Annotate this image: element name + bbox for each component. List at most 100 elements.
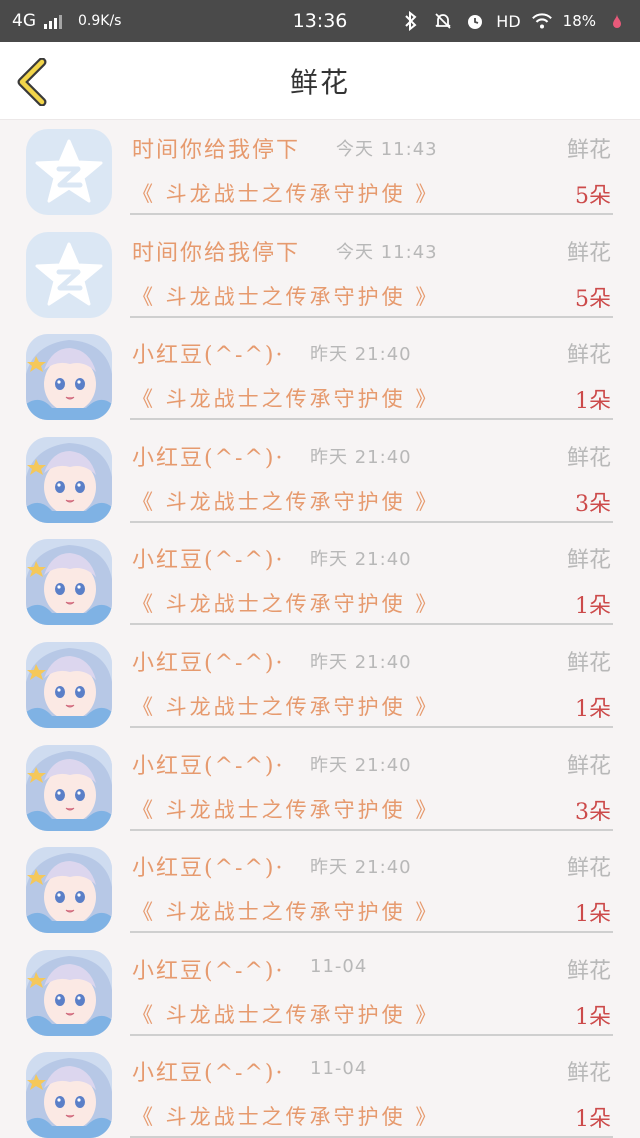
sender-name[interactable]: 时间你给我停下 xyxy=(132,235,300,267)
sender-name[interactable]: 小红豆(^-^)· xyxy=(132,337,284,369)
flower-count: 1朵 xyxy=(575,594,611,620)
list-item[interactable]: 时间你给我停下 今天 11:43 鲜花《 斗龙战士之传承守护使 》 5朵 xyxy=(0,120,640,223)
record-time: 昨天 21:40 xyxy=(310,446,412,468)
battery-level: 18% xyxy=(562,12,596,30)
flower-count: 5朵 xyxy=(575,286,611,312)
clock: 13:36 xyxy=(292,10,348,32)
flower-count: 5朵 xyxy=(575,184,611,209)
record-content: 小红豆(^-^)· 昨天 21:40 鲜花《 斗龙战士之传承守护使 》 1朵 xyxy=(130,633,613,728)
record-time: 11-04 xyxy=(310,955,368,977)
list-item[interactable]: 小红豆(^-^)· 昨天 21:40 鲜花《 斗龙战士之传承守护使 》 3朵 xyxy=(0,428,640,531)
flower-record-list: 时间你给我停下 今天 11:43 鲜花《 斗龙战士之传承守护使 》 5朵 时间你给我停下… xyxy=(0,120,640,1138)
flower-count: 1朵 xyxy=(575,1107,611,1133)
anime-girl-avatar xyxy=(26,641,112,728)
anime-girl-avatar xyxy=(26,1052,112,1138)
record-content: 小红豆(^-^)· 昨天 21:40 鲜花《 斗龙战士之传承守护使 》 1朵 xyxy=(130,325,613,421)
page-title: 鲜花 xyxy=(289,65,350,99)
sender-name[interactable]: 小红豆(^-^)· xyxy=(132,748,284,780)
flower-count: 3朵 xyxy=(575,491,611,517)
signal-icon xyxy=(44,13,62,29)
book-title-link[interactable]: 《 斗龙战士之传承守护使 》 xyxy=(132,999,439,1029)
book-title-link[interactable]: 《 斗龙战士之传承守护使 》 xyxy=(132,1101,439,1131)
gift-type: 鲜花 xyxy=(566,138,611,163)
record-time: 今天 11:43 xyxy=(336,241,438,263)
sender-name[interactable]: 小红豆(^-^)· xyxy=(132,1055,284,1087)
sender-name[interactable]: 小红豆(^-^)· xyxy=(132,850,284,882)
qq-zone-icon xyxy=(35,242,103,306)
anime-girl-avatar xyxy=(26,436,112,523)
user-avatar[interactable] xyxy=(26,744,112,831)
network-speed: 0.9K/s xyxy=(78,13,122,29)
gift-type: 鲜花 xyxy=(566,958,611,984)
sender-name[interactable]: 小红豆(^-^)· xyxy=(132,953,284,985)
record-time: 昨天 21:40 xyxy=(310,549,412,571)
sender-name[interactable]: 小红豆(^-^)· xyxy=(132,645,284,677)
book-title-link[interactable]: 《 斗龙战士之传承守护使 》 xyxy=(132,281,439,311)
book-title-link[interactable]: 《 斗龙战士之传承守护使 》 xyxy=(132,383,439,413)
bluetooth-icon xyxy=(400,10,422,32)
user-avatar[interactable] xyxy=(26,436,112,523)
sender-name[interactable]: 小红豆(^-^)· xyxy=(132,542,284,574)
record-time: 昨天 21:40 xyxy=(310,857,412,879)
record-time: 11-04 xyxy=(310,1058,368,1080)
flower-count: 1朵 xyxy=(575,902,611,928)
user-avatar[interactable] xyxy=(26,1052,112,1138)
alarm-icon xyxy=(464,10,486,32)
sender-name[interactable]: 小红豆(^-^)· xyxy=(132,440,284,472)
book-title-link[interactable]: 《 斗龙战士之传承守护使 》 xyxy=(132,794,439,824)
book-title-link[interactable]: 《 斗龙战士之传承守护使 》 xyxy=(132,896,439,926)
hd-indicator: HD xyxy=(496,11,521,31)
list-item[interactable]: 小红豆(^-^)· 昨天 21:40 鲜花《 斗龙战士之传承守护使 》 1朵 xyxy=(0,838,640,941)
list-item[interactable]: 小红豆(^-^)· 昨天 21:40 鲜花《 斗龙战士之传承守护使 》 1朵 xyxy=(0,325,640,428)
record-time: 昨天 21:40 xyxy=(310,344,412,366)
battery-icon xyxy=(606,10,628,32)
flower-count: 1朵 xyxy=(575,1004,611,1030)
record-content: 小红豆(^-^)· 11-04 鲜花《 斗龙战士之传承守护使 》 1朵 xyxy=(130,941,613,1036)
list-item[interactable]: 小红豆(^-^)· 昨天 21:40 鲜花《 斗龙战士之传承守护使 》 1朵 xyxy=(0,633,640,736)
anime-girl-avatar xyxy=(26,744,112,831)
list-item[interactable]: 小红豆(^-^)· 11-04 鲜花《 斗龙战士之传承守护使 》 1朵 xyxy=(0,1043,640,1138)
user-avatar[interactable] xyxy=(26,231,112,318)
wifi-icon xyxy=(531,10,553,32)
status-bar: 4G 0.9K/s 13:36 HD 18% xyxy=(0,0,640,42)
gift-type: 鲜花 xyxy=(566,856,611,882)
anime-girl-avatar xyxy=(26,539,112,626)
flower-count: 3朵 xyxy=(575,799,611,825)
user-avatar[interactable] xyxy=(26,949,112,1036)
anime-girl-avatar xyxy=(26,949,112,1036)
gift-type: 鲜花 xyxy=(566,240,611,266)
qq-zone-icon xyxy=(35,139,103,203)
book-title-link[interactable]: 《 斗龙战士之传承守护使 》 xyxy=(132,588,439,618)
record-content: 时间你给我停下 今天 11:43 鲜花《 斗龙战士之传承守护使 》 5朵 xyxy=(130,223,613,318)
user-avatar[interactable] xyxy=(26,539,112,626)
record-content: 小红豆(^-^)· 昨天 21:40 鲜花《 斗龙战士之传承守护使 》 1朵 xyxy=(130,838,613,934)
list-item[interactable]: 小红豆(^-^)· 昨天 21:40 鲜花《 斗龙战士之传承守护使 》 3朵 xyxy=(0,736,640,839)
book-title-link[interactable]: 《 斗龙战士之传承守护使 》 xyxy=(132,486,439,516)
network-type: 4G xyxy=(12,11,36,31)
record-time: 昨天 21:40 xyxy=(310,651,412,673)
user-avatar[interactable] xyxy=(26,847,112,934)
book-title-link[interactable]: 《 斗龙战士之传承守护使 》 xyxy=(132,178,439,208)
record-content: 时间你给我停下 今天 11:43 鲜花《 斗龙战士之传承守护使 》 5朵 xyxy=(130,120,613,215)
record-time: 昨天 21:40 xyxy=(310,754,412,776)
list-item[interactable]: 时间你给我停下 今天 11:43 鲜花《 斗龙战士之传承守护使 》 5朵 xyxy=(0,223,640,326)
gift-type: 鲜花 xyxy=(566,548,611,574)
record-content: 小红豆(^-^)· 昨天 21:40 鲜花《 斗龙战士之传承守护使 》 3朵 xyxy=(130,736,613,831)
user-avatar[interactable] xyxy=(26,334,112,421)
record-content: 小红豆(^-^)· 11-04 鲜花《 斗龙战士之传承守护使 》 1朵 xyxy=(130,1043,613,1138)
flower-count: 1朵 xyxy=(575,696,611,722)
book-title-link[interactable]: 《 斗龙战士之传承守护使 》 xyxy=(132,691,439,721)
sender-name[interactable]: 时间你给我停下 xyxy=(132,132,300,164)
record-content: 小红豆(^-^)· 昨天 21:40 鲜花《 斗龙战士之传承守护使 》 3朵 xyxy=(130,428,613,523)
list-item[interactable]: 小红豆(^-^)· 昨天 21:40 鲜花《 斗龙战士之传承守护使 》 1朵 xyxy=(0,530,640,633)
gift-type: 鲜花 xyxy=(566,753,611,779)
user-avatar[interactable] xyxy=(26,129,112,215)
back-button[interactable] xyxy=(14,57,54,107)
user-avatar[interactable] xyxy=(26,641,112,728)
anime-girl-avatar xyxy=(26,334,112,421)
gift-type: 鲜花 xyxy=(566,1061,611,1087)
mute-bell-icon xyxy=(432,10,454,32)
gift-type: 鲜花 xyxy=(566,343,611,369)
gift-type: 鲜花 xyxy=(566,445,611,471)
list-item[interactable]: 小红豆(^-^)· 11-04 鲜花《 斗龙战士之传承守护使 》 1朵 xyxy=(0,941,640,1044)
